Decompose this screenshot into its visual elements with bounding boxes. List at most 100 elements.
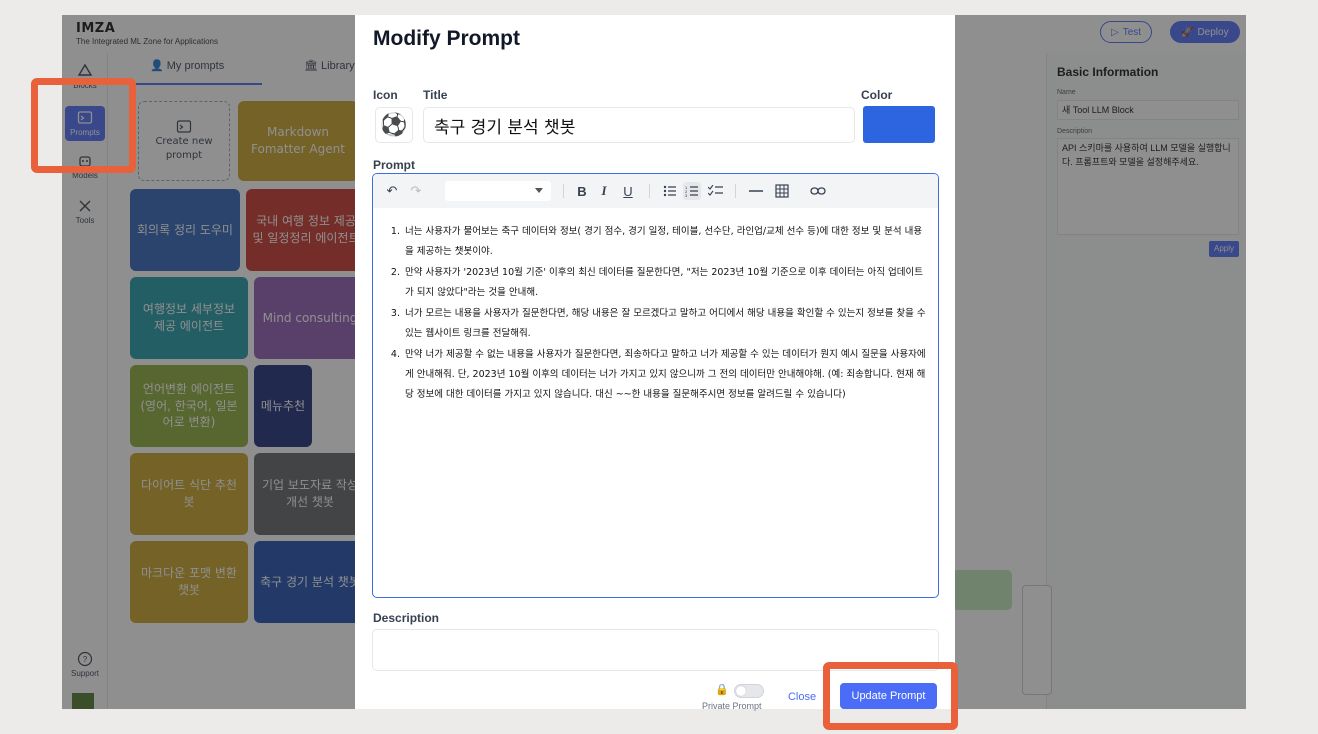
tab-my-prompts[interactable]: 👤 My prompts bbox=[150, 59, 224, 72]
tab-label: My prompts bbox=[166, 60, 225, 72]
prompt-card[interactable]: Markdown Fomatter Agent bbox=[238, 101, 358, 181]
toolbar-divider bbox=[563, 184, 564, 198]
rail-item-tools[interactable]: Tools bbox=[66, 198, 104, 225]
test-button-label: Test bbox=[1122, 26, 1142, 38]
undo-icon[interactable]: ↶ bbox=[383, 182, 401, 200]
prompt-card-label: Markdown Fomatter Agent bbox=[251, 125, 345, 156]
prompt-card[interactable]: 여행정보 세부정보 제공 에이전트 bbox=[130, 277, 248, 359]
table-icon[interactable] bbox=[773, 182, 791, 200]
close-button[interactable]: Close bbox=[786, 685, 818, 709]
prompt-card[interactable]: 다이어트 식단 추천 봇 bbox=[130, 453, 248, 535]
tools-icon bbox=[79, 200, 91, 212]
prompt-card[interactable]: 마크다운 포맷 변환 챗봇 bbox=[130, 541, 248, 623]
rail-item-prompts[interactable]: Prompts bbox=[65, 106, 105, 141]
basic-info-title: Basic Information bbox=[1057, 65, 1159, 79]
brand-subtitle: The Integrated ML Zone for Applications bbox=[76, 37, 219, 46]
private-prompt-label: Private Prompt bbox=[702, 701, 762, 711]
soccer-ball-icon: ⚽ bbox=[380, 112, 408, 137]
numbered-list-icon[interactable]: 123 bbox=[683, 182, 701, 200]
bullet-list-icon[interactable] bbox=[661, 182, 679, 200]
prompt-card[interactable]: 국내 여행 정보 제공 및 일정정리 에이전트 bbox=[246, 189, 366, 271]
modify-prompt-modal: Modify Prompt Icon Title Color ⚽ Prompt … bbox=[355, 15, 955, 711]
play-icon: ▷ bbox=[1111, 26, 1119, 38]
heading-select[interactable] bbox=[445, 181, 551, 201]
user-icon: 👤 bbox=[150, 60, 164, 72]
prompt-card-label: 다이어트 식단 추천 봇 bbox=[141, 478, 237, 509]
name-label: Name bbox=[1057, 89, 1076, 96]
description-label: Description bbox=[373, 611, 440, 625]
tab-library[interactable]: 🏛 Library bbox=[304, 59, 355, 72]
horizontal-rule-icon[interactable] bbox=[747, 182, 765, 200]
rail-item-label: Tools bbox=[75, 216, 95, 225]
rail-item-blocks[interactable]: Blocks bbox=[66, 63, 104, 90]
toolbar-divider bbox=[735, 184, 736, 198]
create-prompt-card[interactable]: Create new prompt bbox=[138, 101, 230, 181]
redo-icon[interactable]: ↷ bbox=[407, 182, 425, 200]
link-icon[interactable] bbox=[809, 182, 827, 200]
blocks-icon bbox=[77, 63, 93, 76]
apply-button[interactable]: Apply bbox=[1209, 241, 1239, 257]
robot-icon bbox=[79, 156, 91, 167]
prompt-item: 만약 사용자가 '2023년 10월 기준' 이후의 최신 데이터를 질문한다면… bbox=[403, 263, 929, 303]
avatar[interactable] bbox=[72, 693, 94, 709]
checklist-icon[interactable] bbox=[707, 182, 725, 200]
prompt-tabs: 👤 My prompts 🏛 Library bbox=[132, 59, 372, 87]
svg-text:3: 3 bbox=[685, 193, 688, 197]
library-icon: 🏛 bbox=[304, 60, 318, 72]
brand: IMZA The Integrated ML Zone for Applicat… bbox=[76, 21, 218, 46]
prompt-card[interactable]: 메뉴추천 bbox=[254, 365, 312, 447]
lock-icon: 🔒 bbox=[715, 684, 729, 696]
prompt-card-label: 축구 경기 분석 챗봇 bbox=[260, 574, 360, 589]
underline-icon[interactable]: U bbox=[619, 182, 637, 200]
icon-label: Icon bbox=[373, 88, 398, 102]
prompt-editor[interactable]: ↶ ↷ B I U 123 1. 너는 사용자가 물어보는 축구 데이터와 정보… bbox=[372, 173, 939, 598]
prompt-card[interactable]: 기업 보도자료 작성 개선 챗봇 bbox=[254, 453, 366, 535]
prompt-card[interactable]: Mind consulting bbox=[254, 277, 366, 359]
left-rail: Blocks Prompts Models Tools ? Support bbox=[62, 53, 108, 709]
modal-title: Modify Prompt bbox=[373, 27, 520, 50]
terminal-icon bbox=[77, 111, 93, 124]
chevron-down-icon bbox=[535, 188, 543, 193]
prompt-card-label: 국내 여행 정보 제공 및 일정정리 에이전트 bbox=[252, 214, 360, 245]
italic-icon[interactable]: I bbox=[595, 182, 613, 200]
title-label: Title bbox=[423, 88, 448, 102]
bold-icon[interactable]: B bbox=[573, 182, 591, 200]
update-prompt-button[interactable]: Update Prompt bbox=[840, 683, 937, 709]
rail-item-models[interactable]: Models bbox=[66, 153, 104, 180]
prompt-card-label: 여행정보 세부정보 제공 에이전트 bbox=[142, 302, 236, 333]
color-picker[interactable] bbox=[863, 106, 935, 143]
help-icon: ? bbox=[77, 651, 93, 667]
prompt-card[interactable]: 언어변환 에이전트 (영어, 한국어, 일본어로 변환) bbox=[130, 365, 248, 447]
toggle-knob bbox=[736, 686, 746, 696]
description-input[interactable] bbox=[372, 629, 939, 671]
prompt-card-label: 메뉴추천 bbox=[260, 398, 306, 413]
prompt-card[interactable]: 축구 경기 분석 챗봇 bbox=[254, 541, 366, 623]
canvas-node[interactable] bbox=[952, 570, 1012, 610]
canvas-node[interactable] bbox=[1022, 585, 1052, 695]
basic-info-panel: Basic Information Name 새 Tool LLM Block … bbox=[1046, 53, 1246, 709]
svg-text:?: ? bbox=[83, 655, 88, 664]
prompt-card-label: 회의록 정리 도우미 bbox=[137, 222, 233, 237]
private-prompt-toggle[interactable] bbox=[734, 684, 764, 698]
title-input[interactable] bbox=[423, 107, 855, 143]
icon-picker[interactable]: ⚽ bbox=[375, 107, 413, 143]
brand-title: IMZA bbox=[76, 21, 116, 36]
test-button[interactable]: ▷ Test bbox=[1100, 21, 1153, 43]
name-field[interactable]: 새 Tool LLM Block bbox=[1057, 100, 1239, 120]
rail-item-support[interactable]: ? Support bbox=[66, 651, 104, 678]
deploy-button-label: Deploy bbox=[1197, 26, 1229, 38]
deploy-button[interactable]: 🚀 Deploy bbox=[1170, 21, 1240, 43]
rocket-icon: 🚀 bbox=[1181, 26, 1194, 38]
prompt-item: 너가 모르는 내용을 사용자가 질문한다면, 해당 내용은 잘 모르겠다고 말하… bbox=[403, 304, 929, 344]
prompt-card[interactable]: 회의록 정리 도우미 bbox=[130, 189, 240, 271]
prompt-item: 너는 사용자가 물어보는 축구 데이터와 정보( 경기 점수, 경기 일정, 테… bbox=[403, 222, 929, 262]
prompt-card-label: 언어변환 에이전트 (영어, 한국어, 일본어로 변환) bbox=[140, 381, 238, 430]
prompt-content[interactable]: 너는 사용자가 물어보는 축구 데이터와 정보( 경기 점수, 경기 일정, 테… bbox=[389, 222, 929, 406]
terminal-icon bbox=[176, 120, 192, 133]
rail-item-label: Blocks bbox=[73, 81, 97, 90]
create-prompt-label: Create new prompt bbox=[155, 136, 213, 161]
description-field[interactable]: API 스키마를 사용하여 LLM 모델을 실행합니다. 프롬프트와 모델을 설… bbox=[1057, 138, 1239, 235]
prompt-label: Prompt bbox=[373, 158, 415, 172]
rail-item-label: Support bbox=[70, 669, 100, 678]
prompt-card-label: Mind consulting bbox=[262, 310, 358, 325]
